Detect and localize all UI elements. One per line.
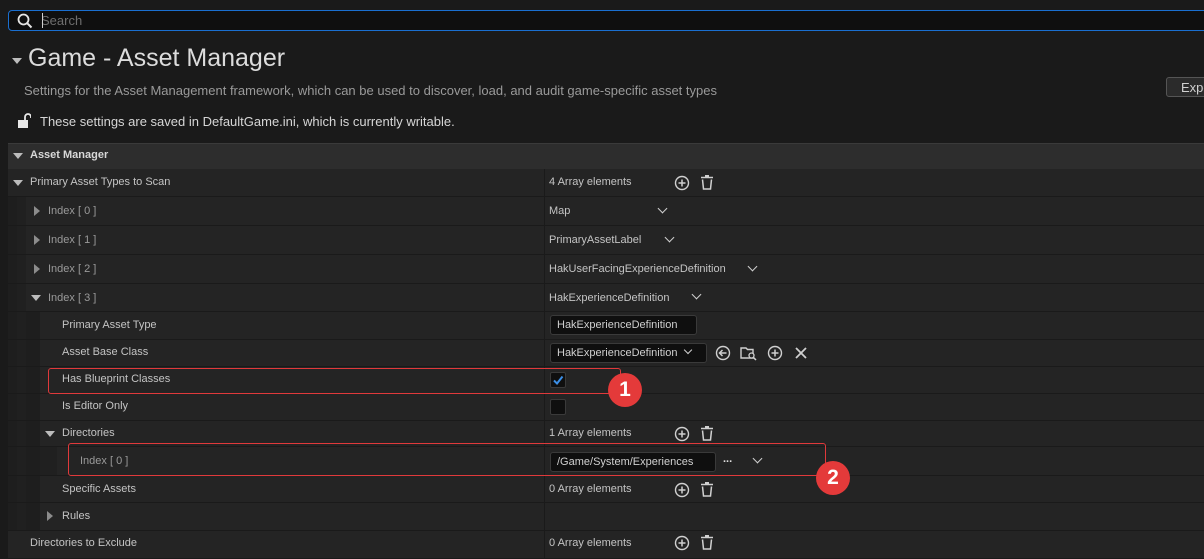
asset-base-class-picker[interactable]: HakExperienceDefinition xyxy=(550,343,707,363)
expand-arrow[interactable] xyxy=(34,235,40,245)
trash-icon[interactable] xyxy=(699,481,715,498)
export-button[interactable]: Export xyxy=(1166,77,1204,97)
property-row-asset-base-class: Asset Base Class HakExperienceDefinition xyxy=(8,340,1204,367)
property-label: Rules xyxy=(62,510,91,522)
property-row-primary-asset-types: Primary Asset Types to Scan 4 Array elem… xyxy=(8,169,1204,197)
array-count: 0 Array elements xyxy=(549,537,632,549)
property-row-index-3: Index [ 3 ] HakExperienceDefinition xyxy=(8,284,1204,312)
expand-arrow[interactable] xyxy=(34,206,40,216)
add-icon[interactable] xyxy=(674,175,690,191)
add-icon[interactable] xyxy=(674,426,690,442)
property-row-primary-asset-type: Primary Asset Type HakExperienceDefiniti… xyxy=(8,312,1204,340)
primary-asset-type-field[interactable]: HakExperienceDefinition xyxy=(550,315,697,335)
array-index-label: Index [ 0 ] xyxy=(48,205,97,217)
page-subtitle: Settings for the Asset Management framew… xyxy=(24,83,717,98)
annotation-badge-2: 2 xyxy=(816,461,850,495)
add-icon[interactable] xyxy=(674,535,690,551)
expand-arrow[interactable] xyxy=(45,431,55,437)
trash-icon[interactable] xyxy=(699,534,715,551)
annotation-highlight-2 xyxy=(68,443,826,476)
array-index-label: Index [ 3 ] xyxy=(48,292,97,304)
add-icon[interactable] xyxy=(674,482,690,498)
config-file-notice: These settings are saved in DefaultGame.… xyxy=(40,114,455,129)
asset-type-dropdown[interactable]: Map xyxy=(549,205,570,217)
asset-base-class-value: HakExperienceDefinition xyxy=(557,347,678,359)
property-row-specific-assets: Specific Assets 0 Array elements xyxy=(8,476,1204,503)
array-index-label: Index [ 1 ] xyxy=(48,234,97,246)
property-row-is-editor-only: Is Editor Only xyxy=(8,394,1204,421)
expand-arrow[interactable] xyxy=(13,180,23,186)
property-label: Is Editor Only xyxy=(62,400,129,412)
browse-icon[interactable] xyxy=(740,345,757,361)
expand-arrow[interactable] xyxy=(31,295,41,301)
property-row-index-0: Index [ 0 ] Map xyxy=(8,197,1204,226)
array-count: 0 Array elements xyxy=(549,483,632,495)
unlock-icon xyxy=(18,113,31,128)
property-label: Directories to Exclude xyxy=(30,537,137,549)
property-label: Asset Base Class xyxy=(62,346,149,358)
section-collapse-arrow[interactable] xyxy=(12,58,22,64)
chevron-down-icon[interactable] xyxy=(664,232,675,243)
property-label: Primary Asset Types to Scan xyxy=(30,176,171,188)
search-icon xyxy=(17,13,33,29)
array-count: 4 Array elements xyxy=(549,176,632,188)
asset-type-dropdown[interactable]: HakUserFacingExperienceDefinition xyxy=(549,263,726,275)
asset-type-dropdown[interactable]: PrimaryAssetLabel xyxy=(549,234,641,246)
is-editor-only-checkbox[interactable] xyxy=(550,399,566,415)
property-label: Directories xyxy=(62,427,115,439)
property-row-index-2: Index [ 2 ] HakUserFacingExperienceDefin… xyxy=(8,255,1204,284)
property-row-directories-to-exclude: Directories to Exclude 0 Array elements xyxy=(8,531,1204,559)
add-icon[interactable] xyxy=(767,345,783,361)
asset-type-dropdown[interactable]: HakExperienceDefinition xyxy=(549,292,669,304)
back-arrow-icon[interactable] xyxy=(715,345,731,361)
annotation-badge-1: 1 xyxy=(608,373,642,407)
category-collapse-arrow[interactable] xyxy=(13,153,23,159)
annotation-highlight-1 xyxy=(48,368,621,394)
category-header[interactable] xyxy=(8,143,1204,169)
chevron-down-icon[interactable] xyxy=(657,203,668,214)
trash-icon[interactable] xyxy=(699,174,715,191)
array-index-label: Index [ 2 ] xyxy=(48,263,97,275)
category-label: Asset Manager xyxy=(30,149,109,161)
search-input[interactable] xyxy=(41,12,1141,29)
search-bar[interactable] xyxy=(8,10,1204,31)
property-row-rules: Rules xyxy=(8,503,1204,531)
property-label: Specific Assets xyxy=(62,483,136,495)
text-caret xyxy=(42,13,43,28)
chevron-down-icon[interactable] xyxy=(747,261,758,272)
page-title: Game - Asset Manager xyxy=(28,44,286,72)
array-count: 1 Array elements xyxy=(549,427,632,439)
property-label: Primary Asset Type xyxy=(62,319,157,331)
expand-arrow[interactable] xyxy=(34,264,40,274)
trash-icon[interactable] xyxy=(699,425,715,442)
chevron-down-icon[interactable] xyxy=(691,289,702,300)
property-row-index-1: Index [ 1 ] PrimaryAssetLabel xyxy=(8,226,1204,255)
close-icon[interactable] xyxy=(794,346,808,360)
expand-arrow[interactable] xyxy=(47,511,53,521)
